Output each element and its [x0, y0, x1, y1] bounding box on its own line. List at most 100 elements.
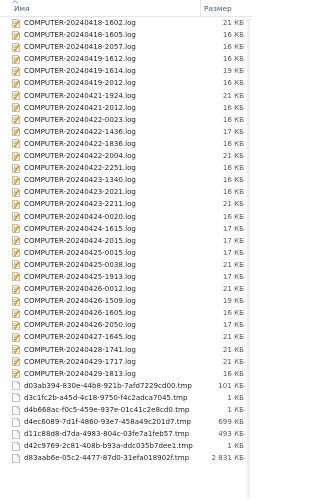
log-file-icon	[12, 54, 20, 64]
file-size: 16 КБ	[222, 175, 244, 185]
file-size: 16 КБ	[222, 138, 244, 148]
file-size: 16 КБ	[222, 42, 244, 52]
log-file-icon	[12, 212, 20, 221]
file-row[interactable]: COMPUTER-20240421-2012.log 16 КБ	[0, 102, 252, 114]
file-size: 19 КБ	[222, 66, 244, 76]
file-row[interactable]: d42c9769-2c81-408b-b93a-ddc035b7dee1.tmp…	[0, 440, 252, 452]
file-name: COMPUTER-20240419-1612.log	[24, 54, 136, 64]
file-row[interactable]: COMPUTER-20240424-0020.log 16 КБ	[0, 211, 252, 223]
file-size: 16 КБ	[222, 78, 244, 88]
file-row[interactable]: COMPUTER-20240424-2015.log 17 КБ	[0, 235, 252, 247]
file-size: 17 КБ	[222, 320, 244, 330]
file-size: 17 КБ	[222, 271, 244, 281]
tmp-file-icon	[12, 441, 20, 451]
file-name: d03ab394-830e-44b8-921b-7afd7229cd00.tmp	[24, 380, 192, 390]
file-name: COMPUTER-20240428-1741.log	[24, 344, 136, 354]
log-file-icon	[12, 127, 20, 137]
file-row[interactable]: COMPUTER-20240426-2050.log 17 КБ	[0, 319, 252, 331]
log-file-icon	[12, 224, 20, 233]
file-list: COMPUTER-20240418-1602.log 21 КБ COMPUTER-…	[0, 17, 252, 464]
file-row[interactable]: COMPUTER-20240426-1509.log 19 КБ	[0, 295, 252, 307]
file-size: 21 КБ	[222, 332, 244, 342]
file-name: d3c1fc2b-a45d-4c18-9750-f4c2adca7045.tmp	[24, 392, 188, 402]
file-row[interactable]: COMPUTER-20240418-2057.log 16 КБ	[0, 41, 252, 53]
name-column-header[interactable]: Имя	[14, 4, 30, 13]
file-name: COMPUTER-20240418-1605.log	[24, 30, 136, 40]
file-row[interactable]: COMPUTER-20240423-2211.log 21 КБ	[0, 198, 252, 210]
column-divider[interactable]	[200, 0, 201, 16]
log-file-icon	[12, 260, 20, 270]
file-row[interactable]: COMPUTER-20240418-1605.log 16 КБ	[0, 29, 252, 41]
log-file-icon	[12, 272, 20, 282]
file-name: COMPUTER-20240422-2251.log	[24, 163, 136, 173]
file-row[interactable]: d03ab394-830e-44b8-921b-7afd7229cd00.tmp…	[0, 380, 252, 392]
tmp-file-icon	[12, 429, 20, 439]
file-name: COMPUTER-20240419-2012.log	[24, 78, 136, 88]
log-file-icon	[12, 357, 20, 366]
file-row[interactable]: COMPUTER-20240423-2021.log 16 КБ	[0, 186, 252, 198]
file-row[interactable]: COMPUTER-20240426-1605.log 16 КБ	[0, 307, 252, 319]
file-size: 1 КБ	[227, 392, 244, 402]
log-file-icon	[12, 345, 20, 354]
file-row[interactable]: COMPUTER-20240418-1602.log 21 КБ	[0, 17, 252, 29]
file-name: COMPUTER-20240423-2021.log	[24, 187, 136, 197]
size-column-header[interactable]: Размер	[204, 4, 232, 13]
file-row[interactable]: COMPUTER-20240419-1612.log 16 КБ	[0, 53, 252, 65]
file-name: COMPUTER-20240429-1717.log	[24, 356, 136, 366]
file-size: 21 КБ	[222, 18, 244, 27]
log-file-icon	[12, 236, 20, 245]
file-size: 21 КБ	[222, 284, 244, 294]
file-size: 21 КБ	[222, 344, 244, 354]
file-row[interactable]: COMPUTER-20240422-2251.log 16 КБ	[0, 162, 252, 174]
file-name: COMPUTER-20240425-0038.log	[24, 259, 136, 269]
file-size: 16 КБ	[222, 54, 244, 64]
file-row[interactable]: COMPUTER-20240423-1340.log 16 КБ	[0, 174, 252, 186]
log-file-icon	[12, 200, 20, 209]
file-size: 101 КБ	[218, 380, 244, 390]
file-size: 21 КБ	[222, 356, 244, 366]
file-name: COMPUTER-20240421-2012.log	[24, 102, 136, 112]
file-row[interactable]: d3c1fc2b-a45d-4c18-9750-f4c2adca7045.tmp…	[0, 392, 252, 404]
file-size: 17 КБ	[222, 223, 244, 233]
file-row[interactable]: COMPUTER-20240425-1913.log 17 КБ	[0, 271, 252, 283]
column-header: Имя Размер	[0, 0, 252, 17]
file-name: COMPUTER-20240426-2050.log	[24, 320, 136, 330]
file-row[interactable]: d4b668ac-f0c5-459e-937e-01c41c2e8cd0.tmp…	[0, 404, 252, 416]
file-row[interactable]: COMPUTER-20240421-1924.log 21 КБ	[0, 90, 252, 102]
file-row[interactable]: COMPUTER-20240427-1645.log 21 КБ	[0, 331, 252, 343]
file-row[interactable]: COMPUTER-20240422-1436.log 17 КБ	[0, 126, 252, 138]
file-row[interactable]: d4ec6089-7d1f-4860-93e7-458a49c201d7.tmp…	[0, 416, 252, 428]
file-name: d11c88d8-d7da-4983-804c-03fe7a1feb57.tmp	[24, 429, 190, 439]
file-row[interactable]: COMPUTER-20240428-1741.log 21 КБ	[0, 344, 252, 356]
file-row[interactable]: COMPUTER-20240429-1813.log 16 КБ	[0, 368, 252, 380]
file-row[interactable]: COMPUTER-20240424-1615.log 17 КБ	[0, 223, 252, 235]
log-file-icon	[12, 369, 20, 379]
log-file-icon	[12, 30, 20, 40]
file-name: COMPUTER-20240424-2015.log	[24, 235, 136, 245]
file-row[interactable]: COMPUTER-20240419-1614.log 19 КБ	[0, 65, 252, 77]
file-size: 16 КБ	[222, 211, 244, 221]
log-file-icon	[12, 18, 20, 28]
log-file-icon	[12, 91, 20, 100]
file-name: COMPUTER-20240426-1605.log	[24, 308, 136, 318]
file-row[interactable]: COMPUTER-20240425-0038.log 21 КБ	[0, 259, 252, 271]
file-row[interactable]: COMPUTER-20240422-2004.log 21 КБ	[0, 150, 252, 162]
file-name: COMPUTER-20240426-1509.log	[24, 296, 136, 306]
file-row[interactable]: d83aab6e-05c2-4477-87d0-31efa018902f.tmp…	[0, 452, 252, 464]
file-row[interactable]: COMPUTER-20240422-1836.log 16 КБ	[0, 138, 252, 150]
file-row[interactable]: COMPUTER-20240426-0012.log 21 КБ	[0, 283, 252, 295]
file-name: COMPUTER-20240418-2057.log	[24, 42, 136, 52]
file-row[interactable]: d11c88d8-d7da-4983-804c-03fe7a1feb57.tmp…	[0, 428, 252, 440]
file-name: COMPUTER-20240423-1340.log	[24, 175, 136, 185]
file-size: 16 КБ	[222, 102, 244, 112]
file-size: 21 КБ	[222, 90, 244, 100]
file-size: 17 КБ	[222, 247, 244, 257]
file-row[interactable]: COMPUTER-20240422-0023.log 16 КБ	[0, 114, 252, 126]
file-row[interactable]: COMPUTER-20240425-0015.log 17 КБ	[0, 247, 252, 259]
file-name: COMPUTER-20240426-0012.log	[24, 284, 136, 294]
log-file-icon	[12, 67, 20, 76]
file-row[interactable]: COMPUTER-20240419-2012.log 16 КБ	[0, 77, 252, 89]
file-size: 1 КБ	[227, 405, 244, 414]
scrollbar[interactable]	[247, 18, 250, 498]
file-row[interactable]: COMPUTER-20240429-1717.log 21 КБ	[0, 356, 252, 368]
